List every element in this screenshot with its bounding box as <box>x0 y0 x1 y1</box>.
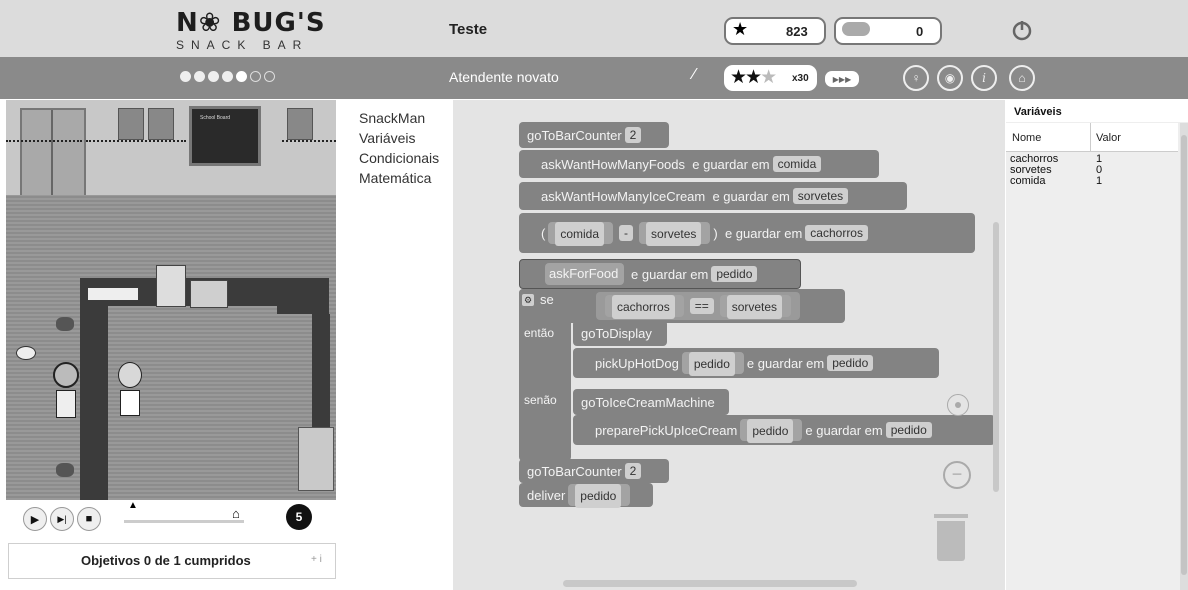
then-label: então <box>524 326 555 340</box>
block-pick-up-hotdog[interactable]: pickUpHotDog pedido e guardar em pedido <box>573 348 939 378</box>
block-go-to-bar-counter-2[interactable]: goToBarCounter 2 <box>519 459 669 483</box>
logo-title: N❀ BUG'S <box>176 8 326 38</box>
stop-icon[interactable]: ■ <box>77 507 101 531</box>
customer <box>52 362 80 422</box>
objectives-panel[interactable]: Objetivos 0 de 1 cumpridos + i <box>8 543 336 579</box>
workspace-vscrollbar[interactable] <box>993 222 999 492</box>
counter-right-side <box>312 314 330 434</box>
fast-forward-icon[interactable]: ▶▶▶ <box>825 71 859 87</box>
counter-right <box>277 278 329 314</box>
block-subtract-assign[interactable]: ( comida - sorvetes ) e guardar em cachor… <box>519 213 975 253</box>
coin-icon <box>842 22 870 36</box>
column-name: Nome <box>1012 132 1042 144</box>
game-scene: School Board <box>6 100 336 500</box>
speech-bubble <box>16 346 36 360</box>
food-tray <box>88 288 138 300</box>
rabbit-icon: ⌂ <box>232 506 240 521</box>
hotdog-machine <box>156 265 186 307</box>
gear-icon[interactable]: ⚙ <box>522 294 534 306</box>
ice-cream-machine <box>298 427 334 491</box>
category-variables[interactable]: Variáveis <box>359 128 416 148</box>
if-label: se <box>540 292 554 307</box>
bug-picture <box>118 108 144 140</box>
speed-slider[interactable] <box>124 520 244 523</box>
else-label: senão <box>524 393 557 407</box>
trash-icon[interactable] <box>934 514 968 562</box>
category-snackman[interactable]: SnackMan <box>359 108 425 128</box>
school-board: School Board <box>189 106 261 166</box>
home-icon[interactable]: ⌂ <box>1009 65 1035 91</box>
counter-left <box>80 306 108 500</box>
lightbulb-icon[interactable]: ♀ <box>903 65 929 91</box>
block-ask-foods[interactable]: askWantHowManyFoods e guardar em comida <box>519 150 879 178</box>
info-icon[interactable]: i <box>971 65 997 91</box>
level-title: Teste <box>449 21 488 38</box>
coins-value: 0 <box>916 24 924 39</box>
rating-badge: ★★★ x30 <box>724 65 817 91</box>
snackman <box>116 362 144 418</box>
step-icon[interactable]: ▶| <box>50 507 74 531</box>
wand-icon[interactable]: ⁄ <box>693 66 696 84</box>
shield-icon[interactable]: ◉ <box>937 65 963 91</box>
variables-title: Variáveis <box>1014 106 1062 118</box>
power-icon[interactable] <box>1011 19 1033 41</box>
star-icon: ★ <box>732 19 749 39</box>
target-icon[interactable] <box>947 394 969 416</box>
rating-stars: ★★★ <box>730 67 777 88</box>
objectives-text: Objetivos 0 de 1 cumpridos <box>81 553 251 568</box>
variable-value: 1 <box>1096 175 1103 187</box>
variables-panel: Variáveis Nome Valor cachorros 1 sorvete… <box>1006 100 1188 590</box>
stars-counter: ★ 823 <box>724 17 826 45</box>
play-icon[interactable]: ▶ <box>23 507 47 531</box>
rank-label: Atendente novato <box>449 69 559 85</box>
elevator-door <box>20 108 86 198</box>
level-progress <box>180 71 275 82</box>
block-ask-for-food[interactable]: askForFood e guardar em pedido <box>519 259 801 289</box>
bug-picture <box>148 108 174 140</box>
if-condition[interactable]: cachorros == sorvetes <box>596 292 801 320</box>
block-go-to-display[interactable]: goToDisplay <box>573 320 667 346</box>
block-if-spine <box>519 289 571 461</box>
coins-counter: 0 <box>834 17 942 45</box>
category-math[interactable]: Matemática <box>359 168 431 188</box>
floor <box>6 195 336 500</box>
block-categories: SnackMan Variáveis Condicionais Matemáti… <box>345 100 453 590</box>
stool <box>56 463 74 477</box>
stool <box>56 317 74 331</box>
turtle-icon: ▲ <box>128 500 138 511</box>
objectives-info[interactable]: + i <box>311 554 322 565</box>
variables-scrollbar[interactable] <box>1180 123 1188 590</box>
bug-picture <box>287 108 313 140</box>
block-go-to-ice-cream-machine[interactable]: goToIceCreamMachine <box>573 389 729 415</box>
block-go-to-bar-counter[interactable]: goToBarCounter 2 <box>519 122 669 148</box>
category-conditionals[interactable]: Condicionais <box>359 148 439 168</box>
block-deliver[interactable]: deliver pedido <box>519 483 653 508</box>
variable-name: comida <box>1010 175 1046 187</box>
multiplier: x30 <box>792 73 809 84</box>
column-value: Valor <box>1096 132 1121 144</box>
zoom-out-icon[interactable]: − <box>943 461 971 489</box>
block-ask-ice-cream[interactable]: askWantHowManyIceCream e guardar em sorve… <box>519 182 907 210</box>
workspace-hscrollbar[interactable] <box>563 580 857 587</box>
stars-value: 823 <box>786 24 808 39</box>
speed-indicator[interactable]: 5 <box>286 504 312 530</box>
logo-subtitle: SNACK BAR <box>176 38 309 52</box>
block-prepare-ice-cream[interactable]: preparePickUpIceCream pedido e guardar e… <box>573 415 995 445</box>
display-case <box>190 280 228 308</box>
